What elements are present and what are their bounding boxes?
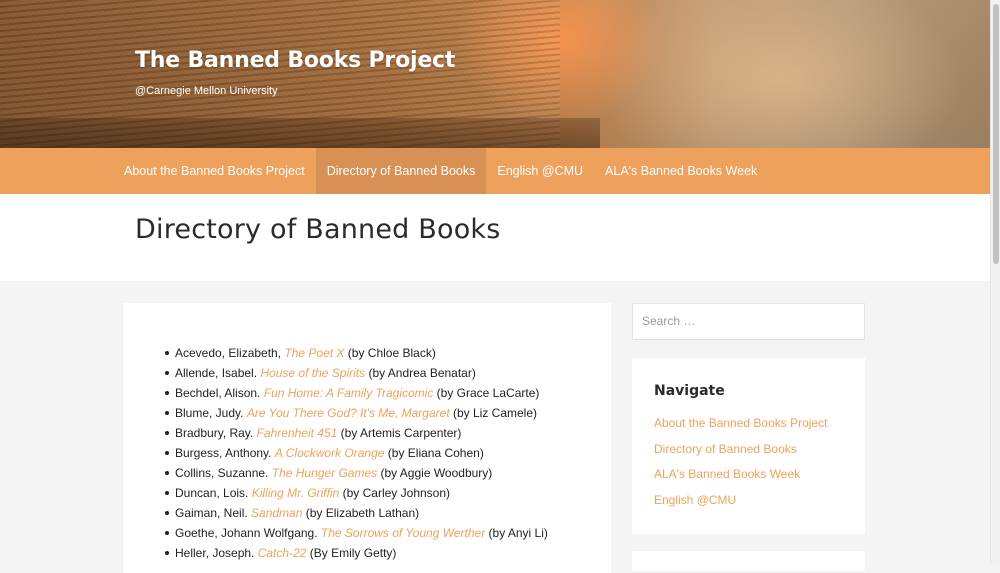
list-item: Allende, Isabel. House of the Spirits (b… <box>165 363 548 383</box>
page-scrollbar[interactable] <box>990 0 1000 564</box>
site-title[interactable]: The Banned Books Project <box>135 48 455 73</box>
nav-item-banned-books-week[interactable]: ALA's Banned Books Week <box>594 148 768 194</box>
list-item: Bradbury, Ray. Fahrenheit 451 (by Artemi… <box>165 423 548 443</box>
page-title: Directory of Banned Books <box>135 214 501 245</box>
nav-item-english-cmu[interactable]: English @CMU <box>486 148 594 194</box>
nav-item-directory[interactable]: Directory of Banned Books <box>315 148 487 194</box>
book-link[interactable]: The Sorrows of Young Werther <box>321 526 485 540</box>
list-item: Goethe, Johann Wolfgang. The Sorrows of … <box>165 523 548 543</box>
list-item: Collins, Suzanne. The Hunger Games (by A… <box>165 463 548 483</box>
page-title-band: Directory of Banned Books <box>0 194 990 281</box>
list-item: Bechdel, Alison. Fun Home: A Family Trag… <box>165 383 548 403</box>
list-item: Duncan, Lois. Killing Mr. Griffin (by Ca… <box>165 483 548 503</box>
book-link[interactable]: House of the Spirits <box>260 366 365 380</box>
navigate-links: About the Banned Books Project Directory… <box>654 414 827 516</box>
navigate-heading: Navigate <box>654 383 725 399</box>
site-header: The Banned Books Project @Carnegie Mello… <box>0 0 990 148</box>
book-link[interactable]: Sandman <box>251 506 302 520</box>
list-item: Blume, Judy. Are You There God? It's Me,… <box>165 403 548 423</box>
book-link[interactable]: The Poet X <box>284 346 344 360</box>
navigate-link-about[interactable]: About the Banned Books Project <box>654 416 827 430</box>
book-link[interactable]: Killing Mr. Griffin <box>252 486 340 500</box>
main-nav: About the Banned Books Project Directory… <box>0 148 990 194</box>
nav-item-about[interactable]: About the Banned Books Project <box>113 148 316 194</box>
navigate-widget: Navigate About the Banned Books Project … <box>632 358 865 534</box>
book-link[interactable]: Catch-22 <box>258 546 307 560</box>
book-link[interactable]: A Clockwork Orange <box>275 446 385 460</box>
directory-list: Acevedo, Elizabeth, The Poet X (by Chloe… <box>165 343 548 563</box>
list-item: Heller, Joseph. Catch-22 (By Emily Getty… <box>165 543 548 563</box>
list-item: Gaiman, Neil. Sandman (by Elizabeth Lath… <box>165 503 548 523</box>
list-item: Burgess, Anthony. A Clockwork Orange (by… <box>165 443 548 463</box>
list-item: Acevedo, Elizabeth, The Poet X (by Chloe… <box>165 343 548 363</box>
book-link[interactable]: The Hunger Games <box>272 466 377 480</box>
book-link[interactable]: Are You There God? It's Me, Margaret <box>247 406 450 420</box>
book-link[interactable]: Fun Home: A Family Tragicomic <box>264 386 434 400</box>
directory-content: Acevedo, Elizabeth, The Poet X (by Chloe… <box>123 303 611 573</box>
scrollbar-thumb[interactable] <box>993 4 999 264</box>
navigate-link-directory[interactable]: Directory of Banned Books <box>654 442 797 456</box>
navigate-link-english-cmu[interactable]: English @CMU <box>654 493 736 507</box>
search-input[interactable]: Search … <box>632 303 865 340</box>
site-subtitle: @Carnegie Mellon University <box>135 85 278 97</box>
sidebar-widget <box>632 551 865 571</box>
book-link[interactable]: Fahrenheit 451 <box>257 426 338 440</box>
navigate-link-banned-books-week[interactable]: ALA's Banned Books Week <box>654 467 800 481</box>
